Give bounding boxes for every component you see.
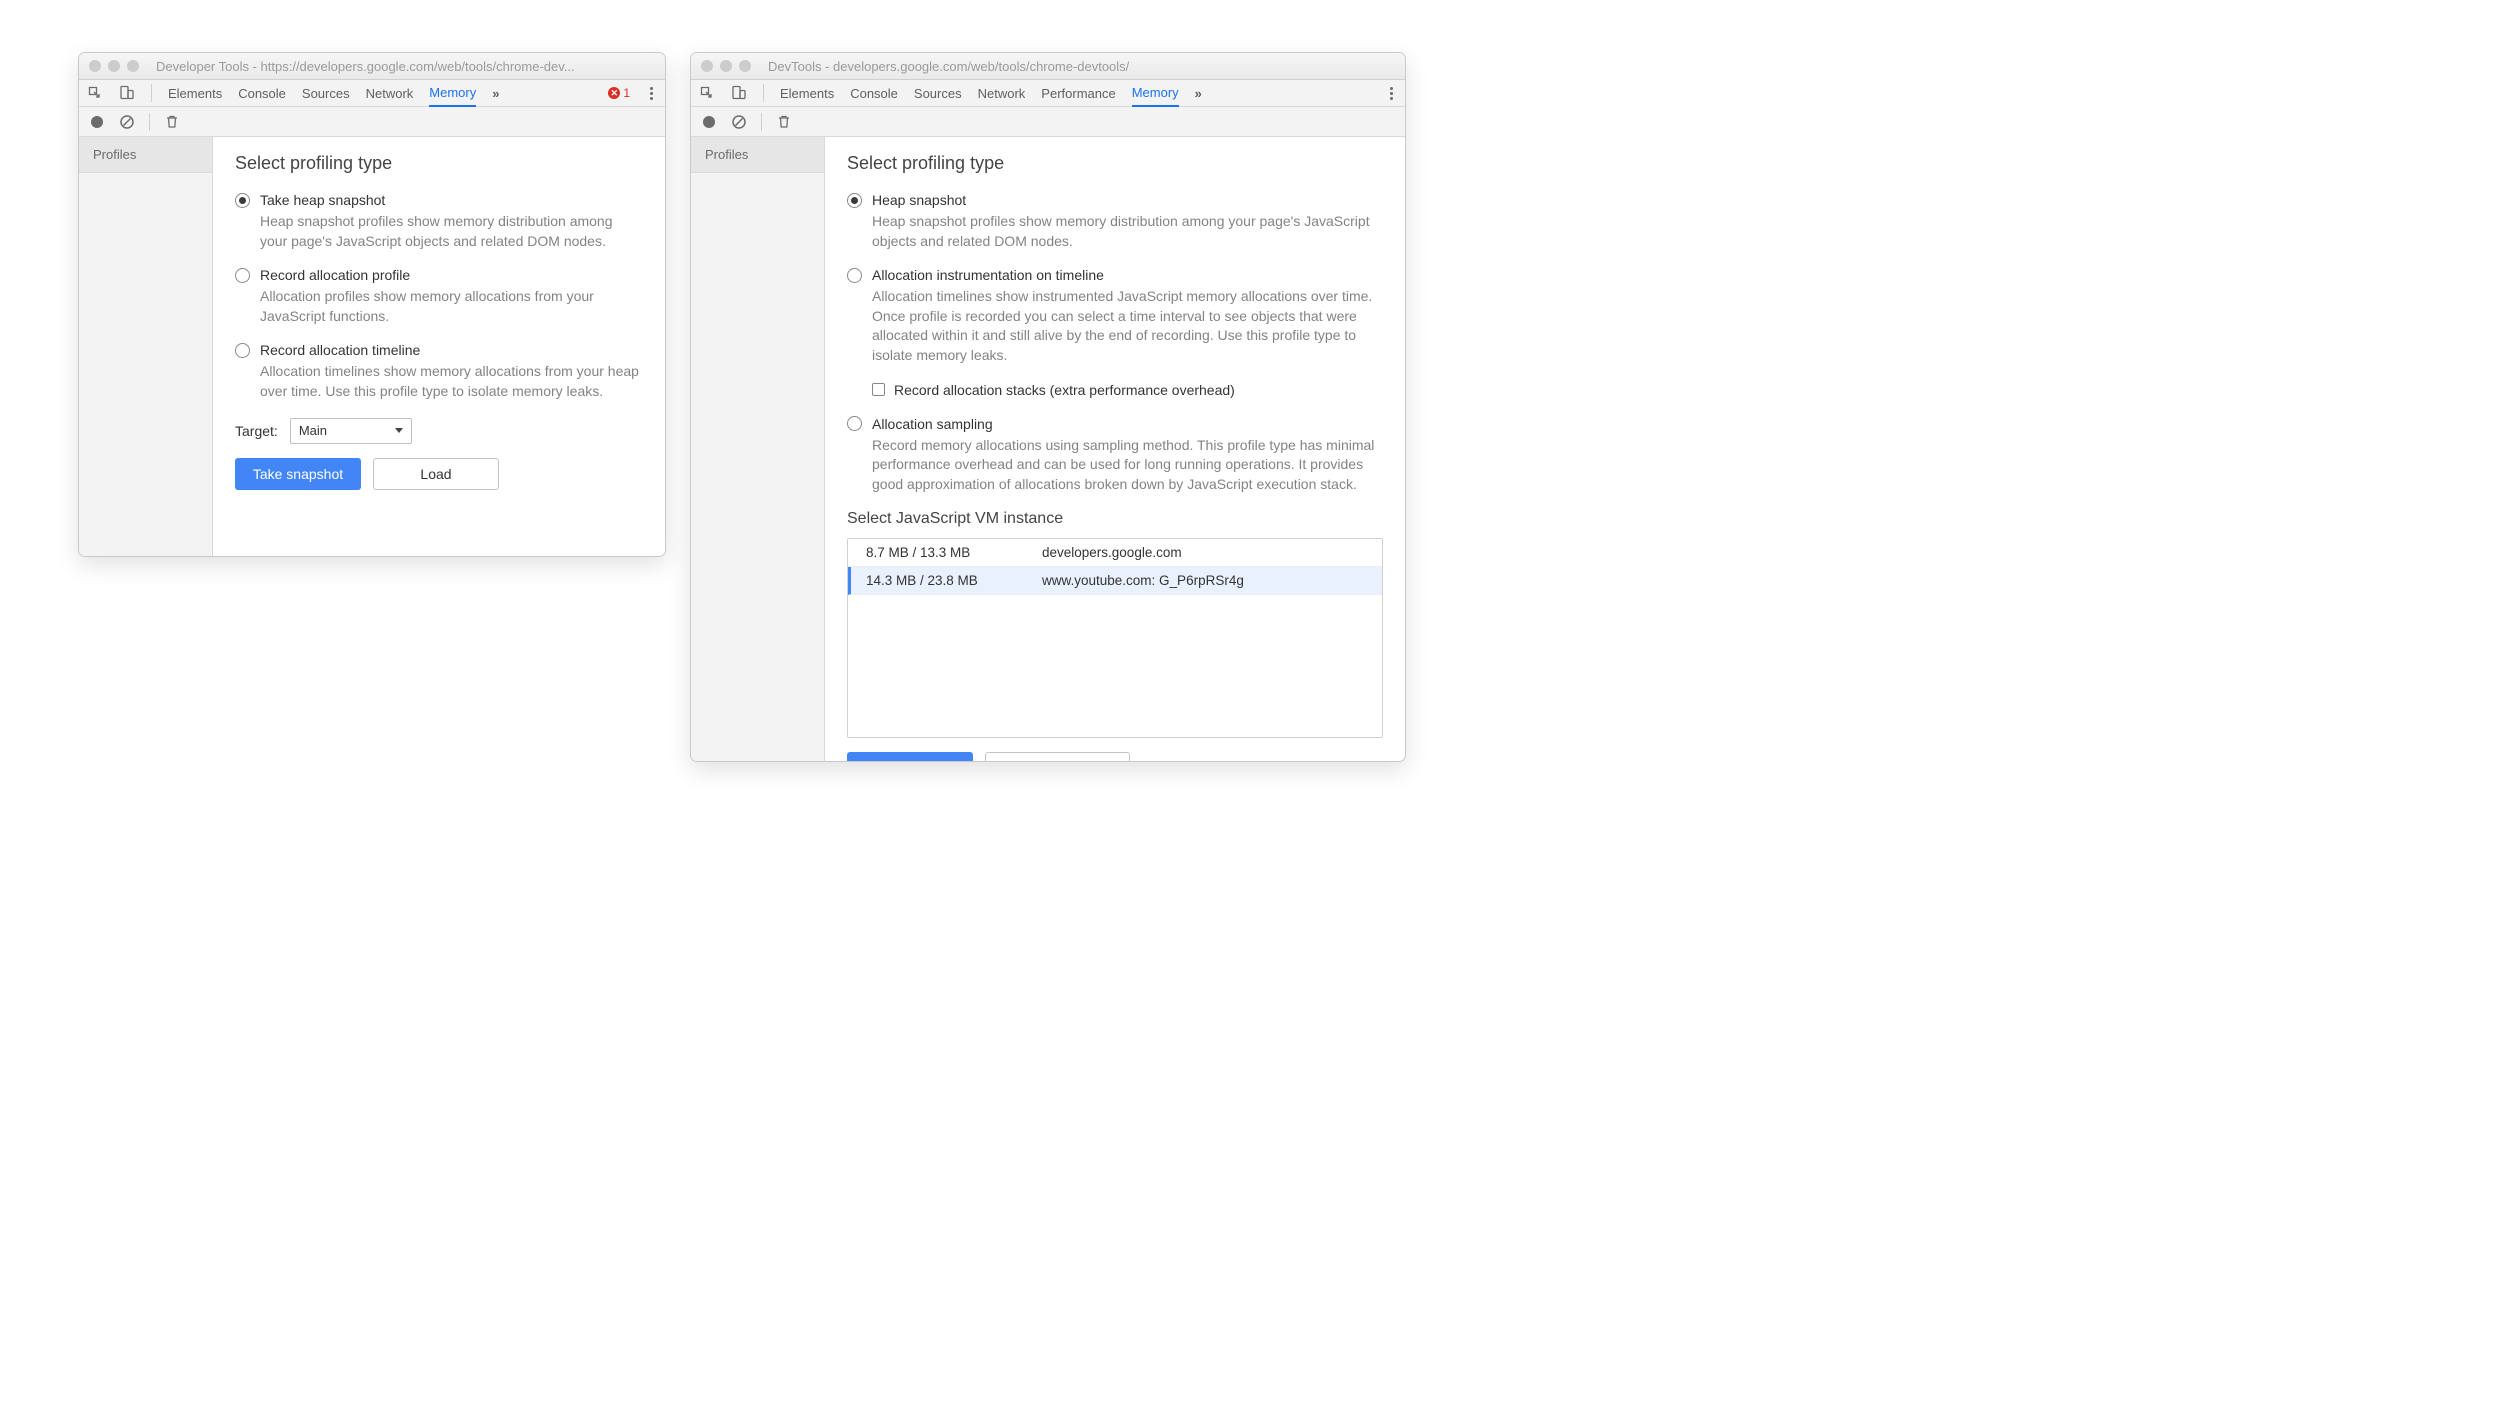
more-tabs-icon[interactable]: »	[492, 86, 497, 101]
minimize-icon[interactable]	[720, 60, 732, 72]
option-desc: Record memory allocations using sampling…	[872, 436, 1383, 495]
option-desc: Allocation profiles show memory allocati…	[260, 287, 643, 326]
devtools-window-right: DevTools - developers.google.com/web/too…	[690, 52, 1406, 762]
sidebar-section-profiles[interactable]: Profiles	[79, 137, 212, 173]
tab-console[interactable]: Console	[850, 80, 898, 106]
radio-icon	[847, 416, 862, 431]
window-title: Developer Tools - https://developers.goo…	[156, 59, 575, 74]
clear-icon[interactable]	[119, 114, 135, 130]
tab-memory[interactable]: Memory	[1132, 81, 1179, 107]
target-label: Target:	[235, 423, 278, 439]
device-toolbar-icon[interactable]	[731, 85, 747, 101]
device-toolbar-icon[interactable]	[119, 85, 135, 101]
radio-icon	[235, 268, 250, 283]
vm-size: 8.7 MB / 13.3 MB	[866, 545, 998, 560]
profile-toolbar	[691, 107, 1405, 137]
take-snapshot-button[interactable]: Take snapshot	[235, 458, 361, 490]
devtools-window-left: Developer Tools - https://developers.goo…	[78, 52, 666, 557]
option-desc: Allocation timelines show memory allocat…	[260, 362, 643, 401]
window-title: DevTools - developers.google.com/web/too…	[768, 59, 1129, 74]
option-desc: Heap snapshot profiles show memory distr…	[872, 212, 1383, 251]
radio-icon	[235, 193, 250, 208]
vm-name: developers.google.com	[1042, 545, 1182, 560]
tab-bar: Elements Console Sources Network Memory …	[79, 80, 665, 107]
tab-console[interactable]: Console	[238, 80, 286, 106]
error-icon: ✕	[608, 87, 620, 99]
take-snapshot-button[interactable]: Take snapshot	[847, 752, 973, 761]
window-titlebar: Developer Tools - https://developers.goo…	[79, 53, 665, 80]
tab-memory[interactable]: Memory	[429, 81, 476, 107]
page-heading: Select profiling type	[847, 153, 1383, 174]
option-allocation-profile[interactable]: Record allocation profile	[235, 267, 643, 283]
body: Profiles Select profiling type Heap snap…	[691, 137, 1405, 761]
tab-bar: Elements Console Sources Network Perform…	[691, 80, 1405, 107]
trash-icon[interactable]	[164, 114, 180, 130]
button-row: Take snapshot Load	[847, 752, 1383, 761]
traffic-lights[interactable]	[89, 60, 139, 72]
button-row: Take snapshot Load	[235, 458, 643, 490]
zoom-icon[interactable]	[739, 60, 751, 72]
trash-icon[interactable]	[776, 114, 792, 130]
option-desc: Allocation timelines show instrumented J…	[872, 287, 1383, 365]
minimize-icon[interactable]	[108, 60, 120, 72]
load-button[interactable]: Load	[373, 458, 499, 490]
vm-instance-list: 8.7 MB / 13.3 MB developers.google.com 1…	[847, 538, 1383, 738]
settings-menu-icon[interactable]	[1386, 87, 1397, 100]
radio-icon	[235, 343, 250, 358]
tab-network[interactable]: Network	[366, 80, 414, 106]
main-panel: Select profiling type Heap snapshot Heap…	[825, 137, 1405, 761]
body: Profiles Select profiling type Take heap…	[79, 137, 665, 556]
separator	[149, 113, 150, 131]
target-row: Target: Main	[235, 418, 643, 444]
load-button[interactable]: Load	[985, 752, 1130, 761]
close-icon[interactable]	[701, 60, 713, 72]
option-desc: Heap snapshot profiles show memory distr…	[260, 212, 643, 251]
separator	[151, 84, 152, 102]
option-allocation-sampling[interactable]: Allocation sampling	[847, 416, 1383, 432]
tab-sources[interactable]: Sources	[914, 80, 962, 106]
vm-instance-row[interactable]: 14.3 MB / 23.8 MB www.youtube.com: G_P6r…	[848, 567, 1382, 595]
tab-elements[interactable]: Elements	[168, 80, 222, 106]
clear-icon[interactable]	[731, 114, 747, 130]
option-heap-snapshot[interactable]: Heap snapshot	[847, 192, 1383, 208]
radio-icon	[847, 268, 862, 283]
inspect-icon[interactable]	[87, 85, 103, 101]
main-panel: Select profiling type Take heap snapshot…	[213, 137, 665, 556]
zoom-icon[interactable]	[127, 60, 139, 72]
checkbox-icon	[872, 383, 885, 396]
close-icon[interactable]	[89, 60, 101, 72]
option-allocation-timeline[interactable]: Allocation instrumentation on timeline	[847, 267, 1383, 283]
traffic-lights[interactable]	[701, 60, 751, 72]
vm-instance-row[interactable]: 8.7 MB / 13.3 MB developers.google.com	[848, 539, 1382, 567]
settings-menu-icon[interactable]	[646, 87, 657, 100]
tab-network[interactable]: Network	[978, 80, 1026, 106]
sidebar: Profiles	[691, 137, 825, 761]
tab-elements[interactable]: Elements	[780, 80, 834, 106]
inspect-icon[interactable]	[699, 85, 715, 101]
sidebar-section-profiles[interactable]: Profiles	[691, 137, 824, 173]
record-icon[interactable]	[701, 114, 717, 130]
record-icon[interactable]	[89, 114, 105, 130]
window-titlebar: DevTools - developers.google.com/web/too…	[691, 53, 1405, 80]
error-count[interactable]: ✕ 1	[608, 86, 630, 100]
tab-sources[interactable]: Sources	[302, 80, 350, 106]
vm-list-empty-space	[848, 595, 1382, 737]
profile-toolbar	[79, 107, 665, 137]
vm-heading: Select JavaScript VM instance	[847, 510, 1383, 528]
option-heap-snapshot[interactable]: Take heap snapshot	[235, 192, 643, 208]
radio-icon	[847, 193, 862, 208]
target-select[interactable]: Main	[290, 418, 412, 444]
separator	[763, 84, 764, 102]
separator	[761, 113, 762, 131]
vm-name: www.youtube.com: G_P6rpRSr4g	[1042, 573, 1244, 588]
sidebar: Profiles	[79, 137, 213, 556]
option-allocation-timeline[interactable]: Record allocation timeline	[235, 342, 643, 358]
page-heading: Select profiling type	[235, 153, 643, 174]
tab-performance[interactable]: Performance	[1041, 80, 1115, 106]
more-tabs-icon[interactable]: »	[1195, 86, 1200, 101]
chevron-down-icon	[395, 428, 403, 433]
record-stacks-checkbox[interactable]: Record allocation stacks (extra performa…	[872, 382, 1383, 398]
vm-size: 14.3 MB / 23.8 MB	[866, 573, 998, 588]
